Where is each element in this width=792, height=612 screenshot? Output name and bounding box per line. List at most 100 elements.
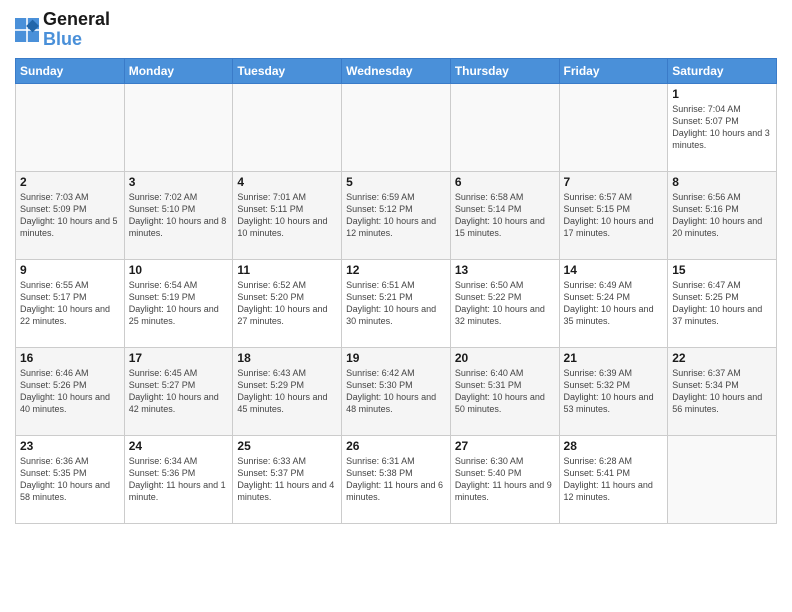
day-info: Sunrise: 6:58 AM Sunset: 5:14 PM Dayligh… <box>455 191 555 240</box>
page: General Blue Sunday Monday Tuesday Wedne… <box>0 0 792 612</box>
day-number: 22 <box>672 351 772 365</box>
day-info: Sunrise: 6:55 AM Sunset: 5:17 PM Dayligh… <box>20 279 120 328</box>
calendar-cell: 23 Sunrise: 6:36 AM Sunset: 5:35 PM Dayli… <box>16 435 125 523</box>
day-number: 8 <box>672 175 772 189</box>
calendar-cell: 12Sunrise: 6:51 AM Sunset: 5:21 PM Dayli… <box>342 259 451 347</box>
day-number: 13 <box>455 263 555 277</box>
day-info: Sunrise: 6:37 AM Sunset: 5:34 PM Dayligh… <box>672 367 772 416</box>
day-info: Sunrise: 6:52 AM Sunset: 5:20 PM Dayligh… <box>237 279 337 328</box>
calendar-cell: 7Sunrise: 6:57 AM Sunset: 5:15 PM Daylig… <box>559 171 668 259</box>
day-number: 4 <box>237 175 337 189</box>
calendar-cell <box>16 83 125 171</box>
day-number: 10 <box>129 263 229 277</box>
calendar-cell: 15Sunrise: 6:47 AM Sunset: 5:25 PM Dayli… <box>668 259 777 347</box>
calendar-cell <box>233 83 342 171</box>
calendar-cell: 18 Sunrise: 6:43 AM Sunset: 5:29 PM Dayli… <box>233 347 342 435</box>
day-info: Sunrise: 6:49 AM Sunset: 5:24 PM Dayligh… <box>564 279 664 328</box>
calendar-cell: 1 Sunrise: 7:04 AM Sunset: 5:07 PM Daylig… <box>668 83 777 171</box>
day-number: 2 <box>20 175 120 189</box>
day-info: Sunrise: 6:54 AM Sunset: 5:19 PM Dayligh… <box>129 279 229 328</box>
day-number: 1 <box>672 87 772 101</box>
day-info: Sunrise: 6:31 AM Sunset: 5:38 PM Dayligh… <box>346 455 446 504</box>
day-info: Sunrise: 7:04 AM Sunset: 5:07 PM Dayligh… <box>672 103 772 152</box>
calendar-cell <box>450 83 559 171</box>
day-number: 18 <box>237 351 337 365</box>
calendar-cell: 20 Sunrise: 6:40 AM Sunset: 5:31 PM Dayli… <box>450 347 559 435</box>
calendar: Sunday Monday Tuesday Wednesday Thursday… <box>15 58 777 524</box>
calendar-cell: 10 Sunrise: 6:54 AM Sunset: 5:19 PM Dayli… <box>124 259 233 347</box>
calendar-week-2: 2 Sunrise: 7:03 AM Sunset: 5:09 PM Daylig… <box>16 171 777 259</box>
day-number: 19 <box>346 351 446 365</box>
day-number: 12 <box>346 263 446 277</box>
calendar-cell: 3Sunrise: 7:02 AM Sunset: 5:10 PM Daylig… <box>124 171 233 259</box>
calendar-cell: 21 Sunrise: 6:39 AM Sunset: 5:32 PM Dayli… <box>559 347 668 435</box>
calendar-cell: 28Sunrise: 6:28 AM Sunset: 5:41 PM Dayli… <box>559 435 668 523</box>
day-info: Sunrise: 6:39 AM Sunset: 5:32 PM Dayligh… <box>564 367 664 416</box>
calendar-cell: 2 Sunrise: 7:03 AM Sunset: 5:09 PM Daylig… <box>16 171 125 259</box>
day-info: Sunrise: 6:46 AM Sunset: 5:26 PM Dayligh… <box>20 367 120 416</box>
calendar-cell: 14 Sunrise: 6:49 AM Sunset: 5:24 PM Dayli… <box>559 259 668 347</box>
day-number: 25 <box>237 439 337 453</box>
calendar-cell: 26 Sunrise: 6:31 AM Sunset: 5:38 PM Dayli… <box>342 435 451 523</box>
calendar-cell: 27Sunrise: 6:30 AM Sunset: 5:40 PM Dayli… <box>450 435 559 523</box>
day-number: 14 <box>564 263 664 277</box>
day-number: 5 <box>346 175 446 189</box>
calendar-header: Sunday Monday Tuesday Wednesday Thursday… <box>16 58 777 83</box>
header-tuesday: Tuesday <box>233 58 342 83</box>
calendar-cell: 9 Sunrise: 6:55 AM Sunset: 5:17 PM Daylig… <box>16 259 125 347</box>
calendar-cell: 19Sunrise: 6:42 AM Sunset: 5:30 PM Dayli… <box>342 347 451 435</box>
logo: General Blue <box>15 10 110 50</box>
calendar-cell <box>559 83 668 171</box>
day-number: 16 <box>20 351 120 365</box>
calendar-cell: 25 Sunrise: 6:33 AM Sunset: 5:37 PM Dayli… <box>233 435 342 523</box>
calendar-body: 1 Sunrise: 7:04 AM Sunset: 5:07 PM Daylig… <box>16 83 777 523</box>
day-info: Sunrise: 6:50 AM Sunset: 5:22 PM Dayligh… <box>455 279 555 328</box>
day-info: Sunrise: 6:47 AM Sunset: 5:25 PM Dayligh… <box>672 279 772 328</box>
calendar-cell: 16 Sunrise: 6:46 AM Sunset: 5:26 PM Dayli… <box>16 347 125 435</box>
calendar-week-1: 1 Sunrise: 7:04 AM Sunset: 5:07 PM Daylig… <box>16 83 777 171</box>
day-number: 26 <box>346 439 446 453</box>
header-sunday: Sunday <box>16 58 125 83</box>
day-info: Sunrise: 6:33 AM Sunset: 5:37 PM Dayligh… <box>237 455 337 504</box>
day-info: Sunrise: 6:43 AM Sunset: 5:29 PM Dayligh… <box>237 367 337 416</box>
day-info: Sunrise: 6:45 AM Sunset: 5:27 PM Dayligh… <box>129 367 229 416</box>
day-number: 23 <box>20 439 120 453</box>
day-number: 17 <box>129 351 229 365</box>
header-thursday: Thursday <box>450 58 559 83</box>
day-number: 11 <box>237 263 337 277</box>
logo-blue: Blue <box>43 29 82 49</box>
calendar-cell: 6 Sunrise: 6:58 AM Sunset: 5:14 PM Daylig… <box>450 171 559 259</box>
calendar-week-3: 9 Sunrise: 6:55 AM Sunset: 5:17 PM Daylig… <box>16 259 777 347</box>
calendar-cell: 5 Sunrise: 6:59 AM Sunset: 5:12 PM Daylig… <box>342 171 451 259</box>
day-number: 9 <box>20 263 120 277</box>
header: General Blue <box>15 10 777 50</box>
day-info: Sunrise: 7:01 AM Sunset: 5:11 PM Dayligh… <box>237 191 337 240</box>
day-info: Sunrise: 6:59 AM Sunset: 5:12 PM Dayligh… <box>346 191 446 240</box>
day-number: 6 <box>455 175 555 189</box>
calendar-cell: 22 Sunrise: 6:37 AM Sunset: 5:34 PM Dayli… <box>668 347 777 435</box>
day-info: Sunrise: 6:36 AM Sunset: 5:35 PM Dayligh… <box>20 455 120 504</box>
header-wednesday: Wednesday <box>342 58 451 83</box>
day-number: 21 <box>564 351 664 365</box>
logo-name: General Blue <box>43 10 110 50</box>
calendar-cell <box>124 83 233 171</box>
day-info: Sunrise: 7:02 AM Sunset: 5:10 PM Dayligh… <box>129 191 229 240</box>
day-info: Sunrise: 6:56 AM Sunset: 5:16 PM Dayligh… <box>672 191 772 240</box>
calendar-cell: 17 Sunrise: 6:45 AM Sunset: 5:27 PM Dayli… <box>124 347 233 435</box>
day-info: Sunrise: 6:57 AM Sunset: 5:15 PM Dayligh… <box>564 191 664 240</box>
day-info: Sunrise: 6:40 AM Sunset: 5:31 PM Dayligh… <box>455 367 555 416</box>
logo-icon <box>15 18 39 42</box>
calendar-cell <box>342 83 451 171</box>
day-number: 20 <box>455 351 555 365</box>
calendar-cell <box>668 435 777 523</box>
calendar-cell: 24 Sunrise: 6:34 AM Sunset: 5:36 PM Dayli… <box>124 435 233 523</box>
day-number: 24 <box>129 439 229 453</box>
day-info: Sunrise: 6:34 AM Sunset: 5:36 PM Dayligh… <box>129 455 229 504</box>
header-saturday: Saturday <box>668 58 777 83</box>
header-friday: Friday <box>559 58 668 83</box>
logo-general: General <box>43 9 110 29</box>
day-info: Sunrise: 7:03 AM Sunset: 5:09 PM Dayligh… <box>20 191 120 240</box>
calendar-week-5: 23 Sunrise: 6:36 AM Sunset: 5:35 PM Dayli… <box>16 435 777 523</box>
day-number: 27 <box>455 439 555 453</box>
day-number: 28 <box>564 439 664 453</box>
